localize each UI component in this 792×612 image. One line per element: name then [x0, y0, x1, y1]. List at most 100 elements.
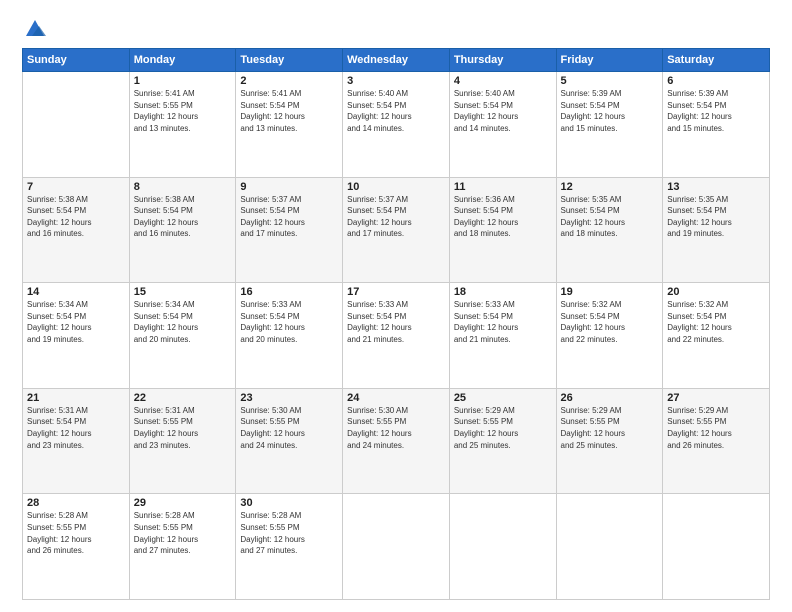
- day-number: 17: [347, 286, 445, 298]
- calendar-cell: 27Sunrise: 5:29 AM Sunset: 5:55 PM Dayli…: [663, 388, 770, 494]
- day-number: 30: [240, 497, 338, 509]
- col-header-tuesday: Tuesday: [236, 49, 343, 72]
- day-info: Sunrise: 5:34 AM Sunset: 5:54 PM Dayligh…: [27, 299, 125, 345]
- day-info: Sunrise: 5:39 AM Sunset: 5:54 PM Dayligh…: [561, 88, 659, 134]
- day-number: 12: [561, 181, 659, 193]
- calendar-cell: 1Sunrise: 5:41 AM Sunset: 5:55 PM Daylig…: [129, 72, 236, 178]
- day-info: Sunrise: 5:39 AM Sunset: 5:54 PM Dayligh…: [667, 88, 765, 134]
- calendar-cell: 12Sunrise: 5:35 AM Sunset: 5:54 PM Dayli…: [556, 177, 663, 283]
- calendar-cell: 2Sunrise: 5:41 AM Sunset: 5:54 PM Daylig…: [236, 72, 343, 178]
- day-info: Sunrise: 5:36 AM Sunset: 5:54 PM Dayligh…: [454, 194, 552, 240]
- day-number: 26: [561, 392, 659, 404]
- calendar-cell: 18Sunrise: 5:33 AM Sunset: 5:54 PM Dayli…: [449, 283, 556, 389]
- day-info: Sunrise: 5:35 AM Sunset: 5:54 PM Dayligh…: [561, 194, 659, 240]
- calendar-cell: 6Sunrise: 5:39 AM Sunset: 5:54 PM Daylig…: [663, 72, 770, 178]
- week-row-3: 21Sunrise: 5:31 AM Sunset: 5:54 PM Dayli…: [23, 388, 770, 494]
- day-info: Sunrise: 5:40 AM Sunset: 5:54 PM Dayligh…: [347, 88, 445, 134]
- day-number: 29: [134, 497, 232, 509]
- day-info: Sunrise: 5:40 AM Sunset: 5:54 PM Dayligh…: [454, 88, 552, 134]
- day-info: Sunrise: 5:38 AM Sunset: 5:54 PM Dayligh…: [27, 194, 125, 240]
- day-info: Sunrise: 5:33 AM Sunset: 5:54 PM Dayligh…: [240, 299, 338, 345]
- header: [22, 18, 770, 40]
- calendar-cell: 19Sunrise: 5:32 AM Sunset: 5:54 PM Dayli…: [556, 283, 663, 389]
- day-number: 27: [667, 392, 765, 404]
- day-info: Sunrise: 5:28 AM Sunset: 5:55 PM Dayligh…: [240, 510, 338, 556]
- header-row: SundayMondayTuesdayWednesdayThursdayFrid…: [23, 49, 770, 72]
- day-info: Sunrise: 5:29 AM Sunset: 5:55 PM Dayligh…: [667, 405, 765, 451]
- day-info: Sunrise: 5:30 AM Sunset: 5:55 PM Dayligh…: [347, 405, 445, 451]
- calendar-cell: 8Sunrise: 5:38 AM Sunset: 5:54 PM Daylig…: [129, 177, 236, 283]
- calendar-cell: 5Sunrise: 5:39 AM Sunset: 5:54 PM Daylig…: [556, 72, 663, 178]
- day-number: 18: [454, 286, 552, 298]
- day-info: Sunrise: 5:41 AM Sunset: 5:54 PM Dayligh…: [240, 88, 338, 134]
- day-info: Sunrise: 5:28 AM Sunset: 5:55 PM Dayligh…: [134, 510, 232, 556]
- day-number: 13: [667, 181, 765, 193]
- day-info: Sunrise: 5:41 AM Sunset: 5:55 PM Dayligh…: [134, 88, 232, 134]
- day-info: Sunrise: 5:37 AM Sunset: 5:54 PM Dayligh…: [240, 194, 338, 240]
- day-info: Sunrise: 5:33 AM Sunset: 5:54 PM Dayligh…: [347, 299, 445, 345]
- calendar-cell: 29Sunrise: 5:28 AM Sunset: 5:55 PM Dayli…: [129, 494, 236, 600]
- day-number: 2: [240, 75, 338, 87]
- calendar-cell: 26Sunrise: 5:29 AM Sunset: 5:55 PM Dayli…: [556, 388, 663, 494]
- day-number: 6: [667, 75, 765, 87]
- day-number: 15: [134, 286, 232, 298]
- day-number: 28: [27, 497, 125, 509]
- col-header-friday: Friday: [556, 49, 663, 72]
- week-row-1: 7Sunrise: 5:38 AM Sunset: 5:54 PM Daylig…: [23, 177, 770, 283]
- calendar-cell: 15Sunrise: 5:34 AM Sunset: 5:54 PM Dayli…: [129, 283, 236, 389]
- day-number: 19: [561, 286, 659, 298]
- day-number: 23: [240, 392, 338, 404]
- col-header-thursday: Thursday: [449, 49, 556, 72]
- calendar-cell: 28Sunrise: 5:28 AM Sunset: 5:55 PM Dayli…: [23, 494, 130, 600]
- day-number: 3: [347, 75, 445, 87]
- day-info: Sunrise: 5:34 AM Sunset: 5:54 PM Dayligh…: [134, 299, 232, 345]
- day-number: 21: [27, 392, 125, 404]
- calendar-cell: 4Sunrise: 5:40 AM Sunset: 5:54 PM Daylig…: [449, 72, 556, 178]
- calendar-cell: [23, 72, 130, 178]
- calendar-cell: [556, 494, 663, 600]
- day-number: 16: [240, 286, 338, 298]
- calendar-cell: 3Sunrise: 5:40 AM Sunset: 5:54 PM Daylig…: [343, 72, 450, 178]
- day-info: Sunrise: 5:30 AM Sunset: 5:55 PM Dayligh…: [240, 405, 338, 451]
- day-info: Sunrise: 5:28 AM Sunset: 5:55 PM Dayligh…: [27, 510, 125, 556]
- col-header-monday: Monday: [129, 49, 236, 72]
- calendar-table: SundayMondayTuesdayWednesdayThursdayFrid…: [22, 48, 770, 600]
- day-number: 8: [134, 181, 232, 193]
- week-row-4: 28Sunrise: 5:28 AM Sunset: 5:55 PM Dayli…: [23, 494, 770, 600]
- logo: [22, 18, 46, 40]
- col-header-saturday: Saturday: [663, 49, 770, 72]
- calendar-cell: 23Sunrise: 5:30 AM Sunset: 5:55 PM Dayli…: [236, 388, 343, 494]
- day-info: Sunrise: 5:32 AM Sunset: 5:54 PM Dayligh…: [561, 299, 659, 345]
- day-info: Sunrise: 5:29 AM Sunset: 5:55 PM Dayligh…: [561, 405, 659, 451]
- day-number: 11: [454, 181, 552, 193]
- calendar-cell: 7Sunrise: 5:38 AM Sunset: 5:54 PM Daylig…: [23, 177, 130, 283]
- col-header-wednesday: Wednesday: [343, 49, 450, 72]
- day-info: Sunrise: 5:29 AM Sunset: 5:55 PM Dayligh…: [454, 405, 552, 451]
- day-number: 7: [27, 181, 125, 193]
- day-number: 25: [454, 392, 552, 404]
- col-header-sunday: Sunday: [23, 49, 130, 72]
- calendar-cell: 24Sunrise: 5:30 AM Sunset: 5:55 PM Dayli…: [343, 388, 450, 494]
- day-info: Sunrise: 5:31 AM Sunset: 5:54 PM Dayligh…: [27, 405, 125, 451]
- calendar-cell: 21Sunrise: 5:31 AM Sunset: 5:54 PM Dayli…: [23, 388, 130, 494]
- day-number: 24: [347, 392, 445, 404]
- calendar-cell: 22Sunrise: 5:31 AM Sunset: 5:55 PM Dayli…: [129, 388, 236, 494]
- day-number: 9: [240, 181, 338, 193]
- day-info: Sunrise: 5:38 AM Sunset: 5:54 PM Dayligh…: [134, 194, 232, 240]
- calendar-cell: 16Sunrise: 5:33 AM Sunset: 5:54 PM Dayli…: [236, 283, 343, 389]
- calendar-cell: 10Sunrise: 5:37 AM Sunset: 5:54 PM Dayli…: [343, 177, 450, 283]
- calendar-cell: 25Sunrise: 5:29 AM Sunset: 5:55 PM Dayli…: [449, 388, 556, 494]
- calendar-cell: 11Sunrise: 5:36 AM Sunset: 5:54 PM Dayli…: [449, 177, 556, 283]
- day-info: Sunrise: 5:32 AM Sunset: 5:54 PM Dayligh…: [667, 299, 765, 345]
- week-row-0: 1Sunrise: 5:41 AM Sunset: 5:55 PM Daylig…: [23, 72, 770, 178]
- calendar-cell: [663, 494, 770, 600]
- calendar-cell: [343, 494, 450, 600]
- day-number: 20: [667, 286, 765, 298]
- calendar-cell: 14Sunrise: 5:34 AM Sunset: 5:54 PM Dayli…: [23, 283, 130, 389]
- calendar-cell: 20Sunrise: 5:32 AM Sunset: 5:54 PM Dayli…: [663, 283, 770, 389]
- day-number: 4: [454, 75, 552, 87]
- calendar-cell: 17Sunrise: 5:33 AM Sunset: 5:54 PM Dayli…: [343, 283, 450, 389]
- logo-icon: [24, 18, 46, 40]
- page: SundayMondayTuesdayWednesdayThursdayFrid…: [0, 0, 792, 612]
- calendar-cell: [449, 494, 556, 600]
